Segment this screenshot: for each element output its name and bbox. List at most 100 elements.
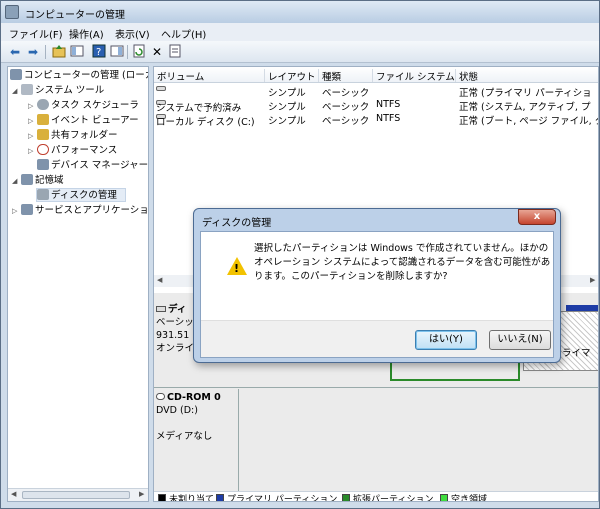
volume-row[interactable]: シンプル ベーシック 正常 (プライマリ パーティショ (154, 84, 598, 99)
tree-item-services-apps[interactable]: ▷ サービスとアプリケーショ (12, 204, 149, 218)
message-line: ります。このパーティションを削除しますか? (254, 271, 448, 282)
tree-item-label: 共有フォルダー (51, 130, 118, 141)
filesystem-cell: NTFS (376, 113, 401, 124)
expand-arrow-icon[interactable]: ▷ (12, 204, 21, 218)
cdrom-name: CD-ROM 0 (156, 391, 236, 404)
tree-item-label: サービスとアプリケーショ (35, 205, 149, 216)
menu-view[interactable]: 表示(V) (115, 26, 150, 41)
scroll-right-icon[interactable]: ▶ (590, 276, 595, 284)
toolbar: ⬅ ➡ ? ✕ (1, 41, 599, 63)
collapse-arrow-icon[interactable]: ◢ (12, 84, 21, 98)
tree-item-label: タスク スケジューラ (51, 100, 139, 111)
toolbar-separator (45, 45, 46, 59)
volume-row[interactable]: システムで予約済み シンプル ベーシック NTFS 正常 (システム, アクティ… (154, 98, 598, 114)
dialog-body: ! 選択したパーティションは Windows で作成されていません。ほかの オペ… (200, 231, 554, 358)
volume-row[interactable]: ローカル ディスク (C:) シンプル ベーシック NTFS 正常 (ブート, … (154, 112, 598, 128)
services-icon (21, 204, 33, 215)
filesystem-cell: NTFS (376, 99, 401, 110)
menu-help[interactable]: ヘルプ(H) (161, 26, 206, 41)
legend-swatch-free (440, 494, 448, 501)
expand-arrow-icon[interactable]: ▷ (28, 144, 37, 158)
tree-item-label: ディスクの管理 (51, 190, 117, 201)
legend-swatch-unallocated (158, 494, 166, 501)
back-icon[interactable]: ⬅ (7, 44, 23, 60)
status-cell: 正常 (プライマリ パーティショ (459, 88, 592, 99)
menu-file[interactable]: ファイル(F) (9, 26, 63, 41)
forward-icon[interactable]: ➡ (25, 44, 41, 60)
column-header-volume[interactable]: ボリューム (154, 69, 204, 83)
no-button[interactable]: いいえ(N) (489, 330, 551, 350)
scroll-left-icon[interactable]: ◀ (11, 490, 16, 498)
type-cell: ベーシック (322, 102, 370, 113)
tree-item-event-viewer[interactable]: ▷ イベント ビューアー (28, 114, 139, 128)
expand-arrow-icon[interactable]: ▷ (28, 129, 37, 143)
expand-arrow-icon[interactable]: ▷ (28, 114, 37, 128)
message-line: 選択したパーティションは Windows で作成されていません。ほかの (254, 243, 549, 254)
tree-item-shared-folders[interactable]: ▷ 共有フォルダー (28, 129, 118, 143)
column-header-status[interactable]: 状態 (455, 69, 478, 83)
warning-exclamation: ! (234, 262, 240, 275)
type-cell: ベーシック (322, 116, 370, 127)
column-header-filesystem[interactable]: ファイル システム (372, 69, 455, 83)
yes-button[interactable]: はい(Y) (415, 330, 477, 350)
disk-divider (154, 387, 598, 388)
layout-cell: シンプル (268, 102, 306, 113)
tree-item-computer-management[interactable]: コンピューターの管理 (ローカ (10, 69, 149, 83)
navigation-tree: コンピューターの管理 (ローカ ◢ システム ツール ▷ タスク スケジューラ ▷ イ… (7, 66, 149, 502)
menu-bar: ファイル(F) 操作(A) 表示(V) ヘルプ(H) (1, 23, 599, 41)
tree-item-label: コンピューターの管理 (ローカ (24, 70, 149, 81)
layout-cell: シンプル (268, 116, 306, 127)
refresh-icon[interactable] (131, 44, 147, 60)
cdrom-status: メディアなし (156, 431, 213, 442)
primary-partition-bar (566, 305, 598, 311)
scroll-left-icon[interactable]: ◀ (157, 276, 162, 284)
computer-icon (10, 69, 22, 80)
layout-cell: シンプル (268, 88, 306, 99)
scroll-thumb[interactable] (22, 491, 130, 499)
help-icon[interactable]: ? (91, 44, 107, 60)
menu-action[interactable]: 操作(A) (69, 26, 104, 41)
properties-icon[interactable] (167, 44, 183, 60)
column-header-layout[interactable]: レイアウト (264, 69, 316, 83)
cdrom-0-label[interactable]: CD-ROM 0 DVD (D:) メディアなし (156, 391, 236, 471)
tree-item-label: 記憶域 (35, 175, 64, 186)
tree-item-disk-management[interactable]: ディスクの管理 (36, 188, 126, 202)
partition-label: ライマ (562, 348, 591, 359)
view-icon[interactable] (69, 44, 85, 60)
tree-item-device-manager[interactable]: デバイス マネージャー (37, 159, 148, 173)
close-button[interactable]: x (518, 209, 556, 225)
toolbar-separator (127, 45, 128, 59)
storage-icon (21, 174, 33, 185)
delete-partition-dialog: ディスクの管理 x ! 選択したパーティションは Windows で作成されてい… (193, 208, 561, 363)
svg-text:?: ? (96, 47, 101, 58)
clock-icon (37, 99, 49, 110)
event-icon (37, 114, 49, 125)
scroll-right-icon[interactable]: ▶ (139, 490, 144, 498)
pane-icon[interactable] (109, 44, 125, 60)
column-header-type[interactable]: 種類 (318, 69, 341, 83)
volume-table-header: ボリューム レイアウト 種類 ファイル システム 状態 (154, 67, 598, 83)
computer-management-window: コンピューターの管理 ファイル(F) 操作(A) 表示(V) ヘルプ(H) ⬅ … (0, 0, 600, 509)
dialog-button-bar: はい(Y) いいえ(N) (201, 320, 553, 357)
up-icon[interactable] (51, 44, 67, 60)
disk-icon (37, 189, 49, 200)
folder-icon (37, 129, 49, 140)
tree-item-task-scheduler[interactable]: ▷ タスク スケジューラ (28, 99, 139, 113)
tree-item-system-tools[interactable]: ◢ システム ツール (12, 84, 104, 98)
collapse-arrow-icon[interactable]: ◢ (12, 174, 21, 188)
tree-item-storage[interactable]: ◢ 記憶域 (12, 174, 64, 188)
drive-icon (156, 86, 166, 91)
title-bar: コンピューターの管理 (1, 1, 599, 23)
delete-icon[interactable]: ✕ (149, 44, 165, 60)
tree-item-performance[interactable]: ▷ パフォーマンス (28, 144, 117, 158)
status-cell: 正常 (システム, アクティブ, プ (459, 102, 591, 113)
cdrom-partition-area[interactable] (238, 389, 598, 491)
tree-horizontal-scrollbar[interactable]: ◀ ▶ (8, 488, 148, 501)
app-icon (5, 5, 19, 19)
tree-item-label: システム ツール (35, 85, 105, 96)
legend-label: 拡張パーティション (353, 495, 434, 502)
legend-label: 空き領域 (451, 495, 488, 502)
legend-label: プライマリ パーティション (227, 495, 338, 502)
expand-arrow-icon[interactable]: ▷ (28, 99, 37, 113)
performance-icon (37, 144, 49, 155)
